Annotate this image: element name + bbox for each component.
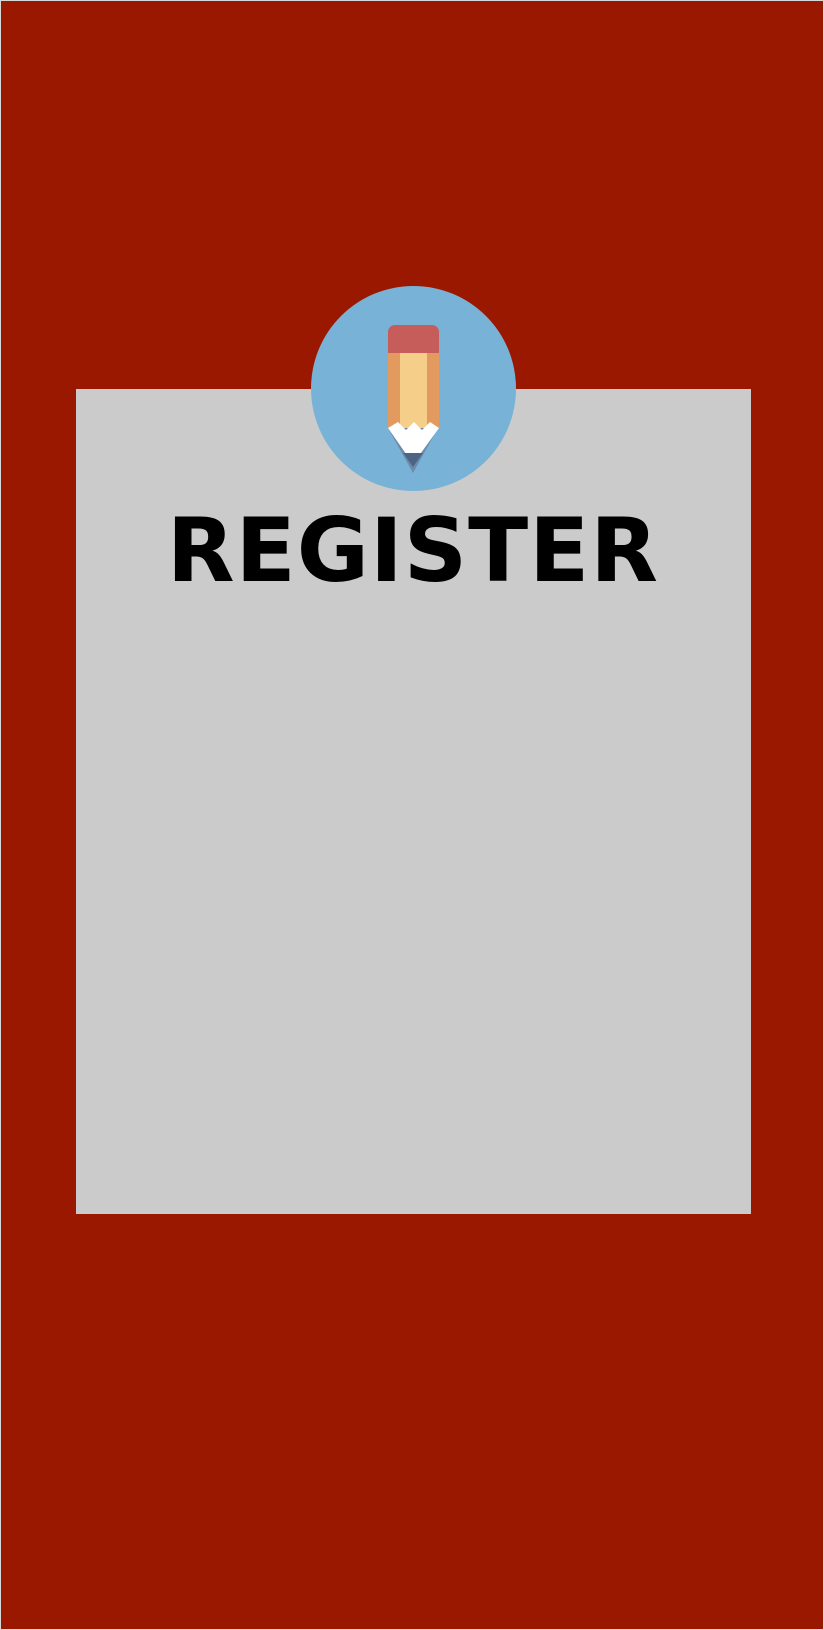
page-title: REGISTER: [166, 499, 660, 602]
pencil-badge: [311, 286, 516, 491]
pencil-icon: [388, 325, 439, 473]
register-screen: REGISTER: [0, 0, 824, 1630]
